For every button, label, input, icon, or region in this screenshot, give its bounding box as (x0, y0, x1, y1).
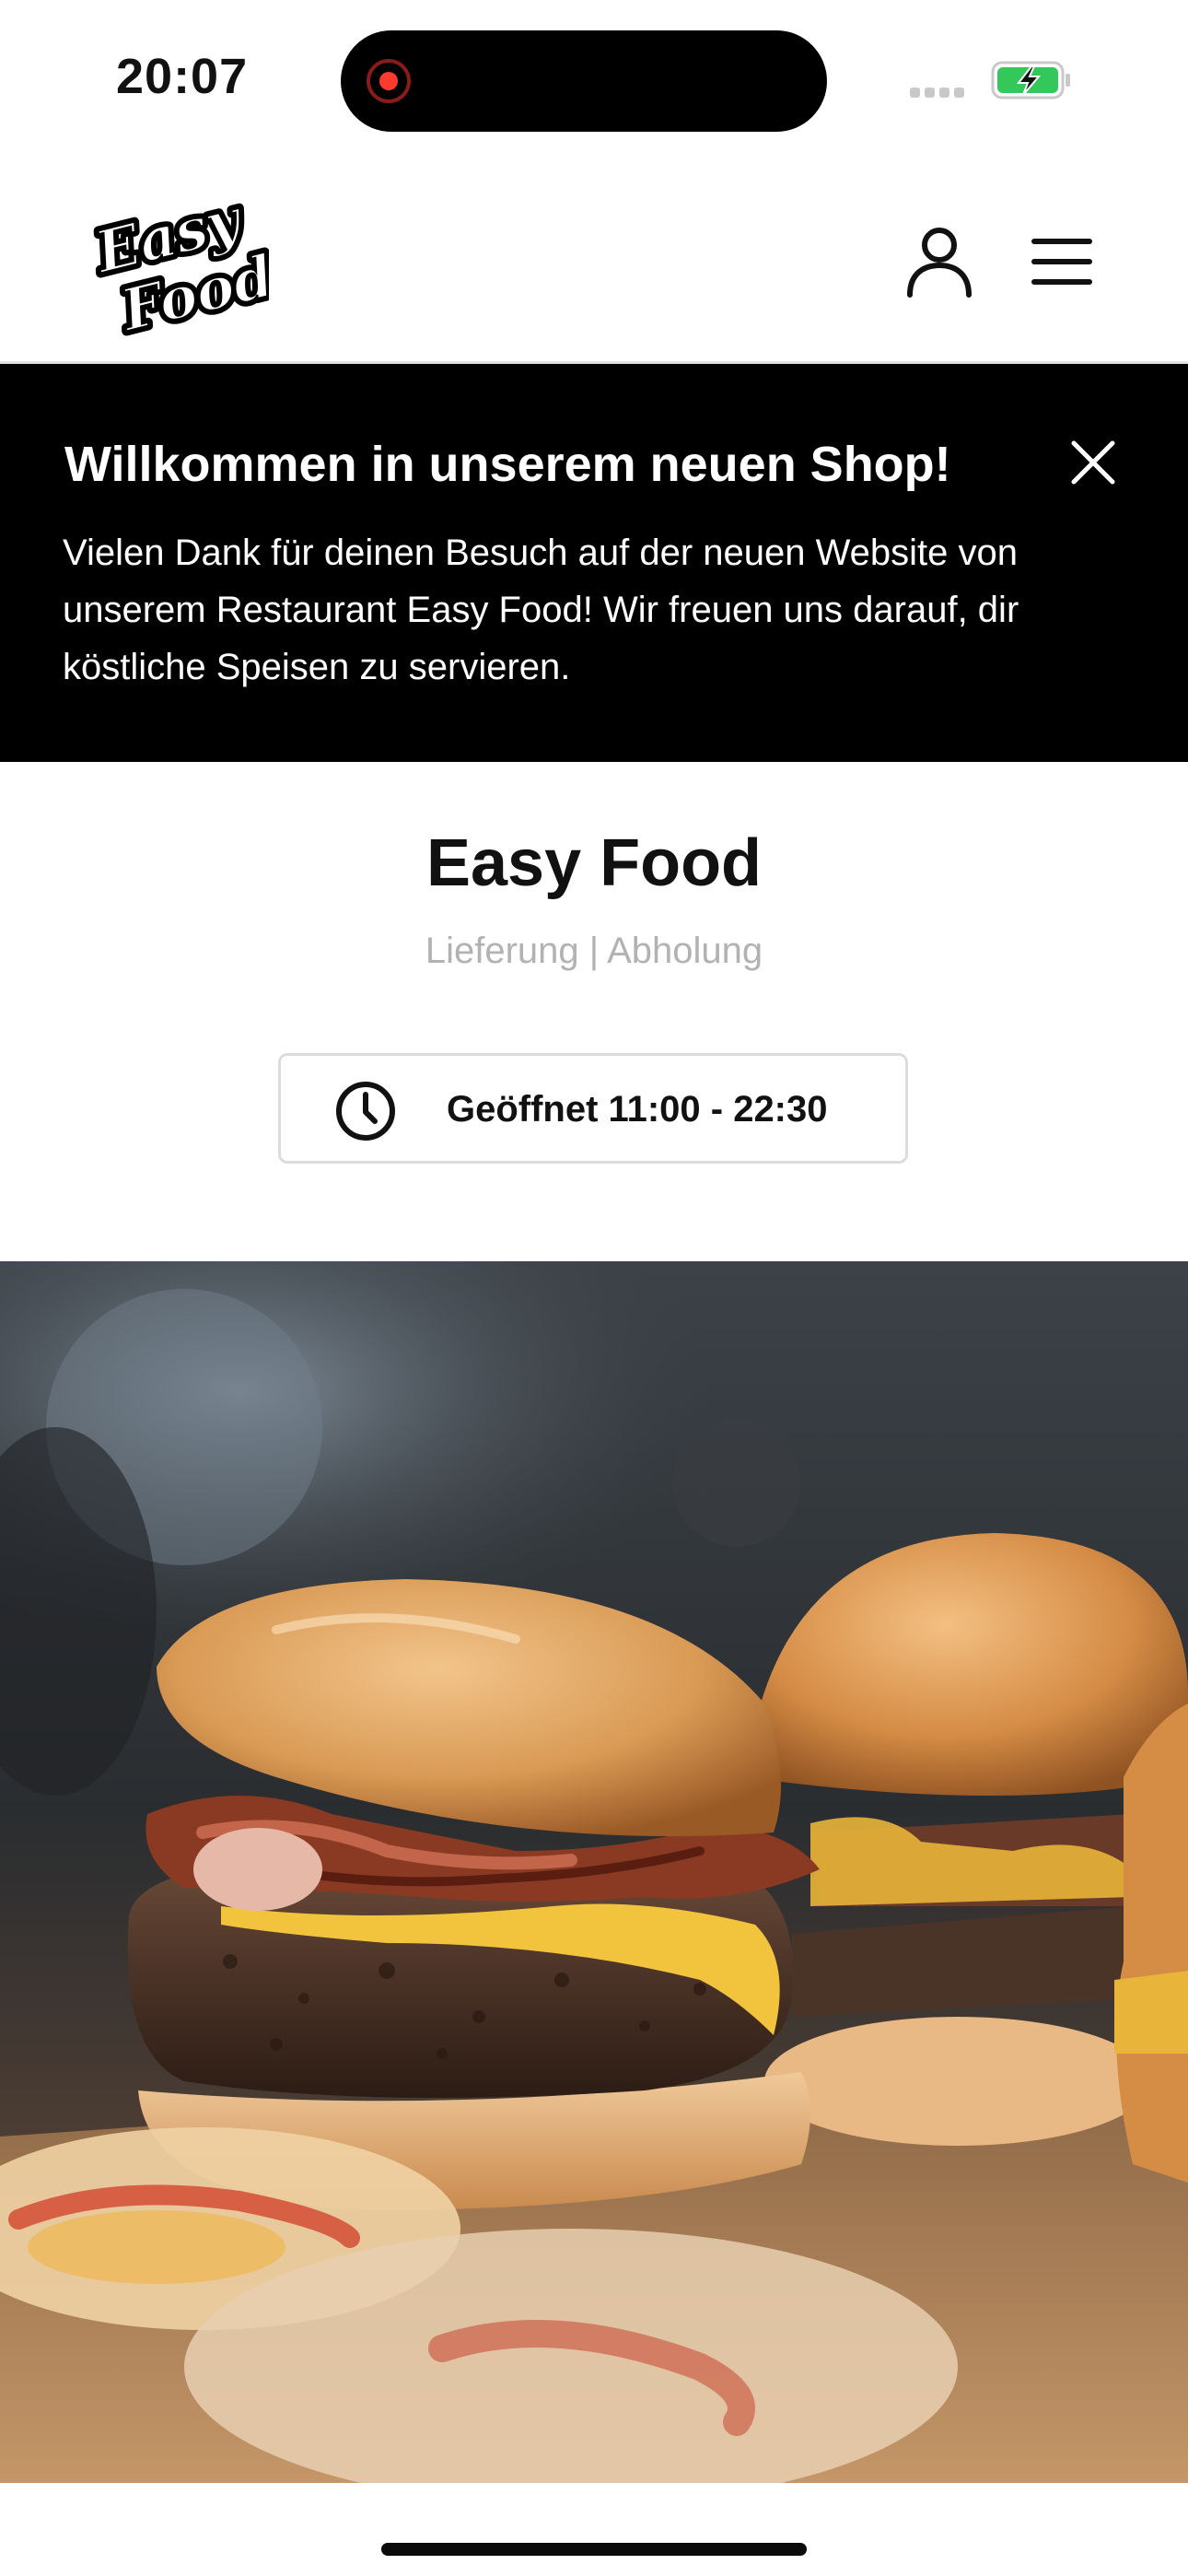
status-time: 20:07 (116, 49, 249, 104)
status-bar: 20:07 (0, 0, 1188, 157)
restaurant-name: Easy Food (425, 826, 763, 900)
home-indicator[interactable] (381, 2543, 807, 2556)
banner-title: Willkommen in unserem neuen Shop! (64, 437, 951, 492)
close-icon[interactable] (1066, 436, 1120, 489)
cellular-signal-icon (910, 88, 965, 99)
easy-food-logo[interactable]: Easy Easy Food Food (85, 179, 269, 345)
clock-icon (336, 1082, 395, 1141)
dynamic-island (341, 30, 827, 132)
welcome-banner: Willkommen in unserem neuen Shop! Vielen… (0, 364, 1188, 762)
banner-text: Vielen Dank für deinen Besuch auf der ne… (63, 533, 1019, 687)
opening-hours-button[interactable]: Geöffnet 11:00 - 22:30 (278, 1053, 908, 1164)
hamburger-menu-icon[interactable] (1030, 232, 1094, 291)
battery-charging-icon (991, 61, 1070, 100)
hero-burger-image (0, 1261, 1188, 2483)
recording-indicator-icon (367, 59, 411, 103)
opening-hours-text: Geöffnet 11:00 - 22:30 (447, 1089, 828, 1130)
service-modes: Lieferung | Abholung (425, 931, 763, 971)
app-header: Easy Easy Food Food (0, 157, 1188, 364)
user-icon[interactable] (903, 225, 976, 299)
